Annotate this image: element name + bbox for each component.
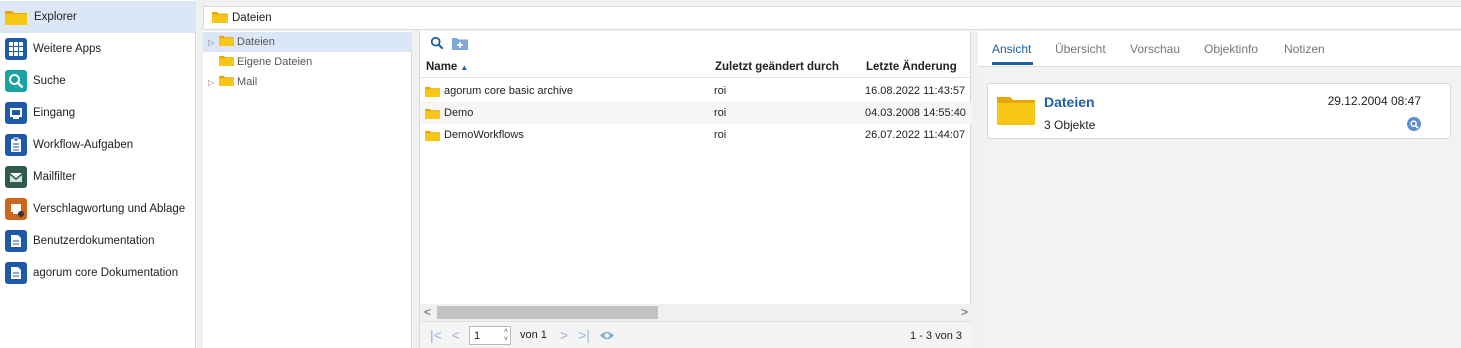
active-tab-indicator	[992, 62, 1033, 65]
card-title[interactable]: Dateien	[1044, 94, 1095, 110]
file-list: Name ▲ Zuletzt geändert durch Letzte Änd…	[419, 31, 972, 348]
table-row[interactable]: DemoWorkflows roi 26.07.2022 11:44:07	[420, 124, 972, 146]
sidebar-item-label: Workflow-Aufgaben	[33, 139, 134, 151]
prev-page-icon[interactable]: <	[452, 327, 460, 343]
page-spinner-icon[interactable]: ˄ ˅	[504, 328, 508, 344]
expand-arrow-icon[interactable]: ▷	[208, 78, 216, 87]
tagging-icon	[5, 198, 27, 220]
inbox-icon	[5, 102, 27, 124]
folder-icon	[212, 11, 228, 26]
sidebar-item-workflow-aufgaben[interactable]: Workflow-Aufgaben	[0, 129, 196, 161]
mailfilter-icon	[5, 166, 27, 188]
folder-icon	[425, 130, 440, 141]
sidebar: Explorer Weitere Apps Suche Eingang Work…	[0, 0, 196, 348]
sidebar-item-explorer[interactable]: Explorer	[0, 1, 196, 33]
scroll-right-icon[interactable]: >	[961, 305, 968, 319]
list-toolbar	[420, 31, 972, 55]
table-row[interactable]: Demo roi 04.03.2008 14:55:40	[420, 102, 972, 124]
horizontal-scrollbar[interactable]: < >	[420, 304, 972, 321]
tab-objektinfo[interactable]: Objektinfo	[1204, 42, 1258, 56]
sidebar-item-label: Weitere Apps	[33, 43, 102, 55]
tab-uebersicht[interactable]: Übersicht	[1055, 42, 1106, 56]
cell-last-change: 26.07.2022 11:44:07	[865, 129, 966, 141]
tab-vorschau[interactable]: Vorschau	[1130, 42, 1180, 56]
sidebar-item-label: Suche	[33, 75, 66, 87]
sidebar-item-label: agorum core Dokumentation	[33, 267, 179, 279]
scrollbar-thumb[interactable]	[437, 306, 658, 319]
app-root: Explorer Weitere Apps Suche Eingang Work…	[0, 0, 1461, 348]
details-tabs: Ansicht Übersicht Vorschau Objektinfo No…	[978, 31, 1461, 67]
column-header-changed-by[interactable]: Zuletzt geändert durch	[715, 56, 839, 78]
card-date: 29.12.2004 08:47	[1327, 94, 1421, 108]
scroll-left-icon[interactable]: <	[424, 305, 431, 319]
object-card[interactable]: Dateien 29.12.2004 08:47 3 Objekte	[987, 83, 1451, 139]
cell-last-change: 04.03.2008 14:55:40	[865, 107, 966, 119]
folder-icon	[425, 108, 440, 119]
column-header-last-change[interactable]: Letzte Änderung	[866, 56, 957, 78]
document-link-icon	[5, 262, 27, 284]
first-page-icon[interactable]: |<	[430, 327, 442, 343]
search-icon[interactable]	[430, 36, 444, 50]
column-header-name[interactable]: Name ▲	[426, 56, 468, 78]
cell-changed-by: roi	[714, 107, 727, 119]
record-summary: 1 - 3 von 3	[910, 330, 962, 342]
document-link-icon	[5, 230, 27, 252]
tab-ansicht[interactable]: Ansicht	[992, 42, 1031, 56]
eye-icon[interactable]	[599, 330, 615, 341]
clipboard-icon	[5, 134, 27, 156]
sidebar-item-label: Eingang	[33, 107, 76, 119]
sidebar-item-label: Benutzerdokumentation	[33, 235, 155, 247]
folder-icon	[425, 86, 440, 97]
sidebar-item-verschlagwortung[interactable]: Verschlagwortung und Ablage	[0, 193, 196, 225]
last-page-icon[interactable]: >|	[578, 327, 590, 343]
cell-last-change: 16.08.2022 11:43:57	[865, 85, 966, 97]
tree-item-mail[interactable]: ▷ Mail	[203, 72, 412, 92]
folder-icon	[219, 35, 234, 49]
next-page-icon[interactable]: >	[560, 327, 568, 343]
breadcrumb-item[interactable]: Dateien	[232, 12, 272, 24]
search-icon	[5, 70, 27, 92]
breadcrumb: Dateien	[203, 6, 1461, 30]
cell-name: Demo	[444, 107, 474, 119]
sidebar-item-mailfilter[interactable]: Mailfilter	[0, 161, 196, 193]
sort-ascending-icon: ▲	[460, 62, 469, 72]
folder-icon	[997, 95, 1035, 128]
pagination-bar: |< < 1 ˄ ˅ von 1 > >| 1 - 3 von 3	[420, 321, 972, 348]
folder-tree: ▷ Dateien Eigene Dateien ▷ Mail	[203, 31, 412, 348]
sidebar-item-eingang[interactable]: Eingang	[0, 97, 196, 129]
tree-item-dateien[interactable]: ▷ Dateien	[203, 32, 412, 52]
tree-item-label: Eigene Dateien	[237, 56, 313, 68]
folder-icon	[219, 55, 234, 69]
sidebar-item-weitere-apps[interactable]: Weitere Apps	[0, 33, 196, 65]
sidebar-item-suche[interactable]: Suche	[0, 65, 196, 97]
sidebar-item-label: Mailfilter	[33, 171, 76, 183]
sidebar-item-label: Verschlagwortung und Ablage	[33, 203, 186, 215]
apps-grid-icon	[5, 38, 27, 60]
folder-icon	[4, 7, 28, 27]
folder-icon	[219, 75, 234, 89]
sidebar-item-label: Explorer	[34, 11, 77, 23]
cell-name: agorum core basic archive	[444, 85, 574, 97]
tree-item-label: Mail	[237, 76, 258, 88]
table-row[interactable]: agorum core basic archive roi 16.08.2022…	[420, 80, 972, 102]
tree-item-eigene-dateien[interactable]: Eigene Dateien	[203, 52, 412, 72]
card-subtitle: 3 Objekte	[1044, 118, 1096, 132]
sidebar-item-agorum-doku[interactable]: agorum core Dokumentation	[0, 257, 196, 289]
page-number-input[interactable]: 1 ˄ ˅	[469, 325, 511, 345]
tree-item-label: Dateien	[237, 36, 275, 48]
cell-changed-by: roi	[714, 85, 727, 97]
list-header: Name ▲ Zuletzt geändert durch Letzte Änd…	[420, 56, 972, 78]
tab-notizen[interactable]: Notizen	[1284, 42, 1325, 56]
cell-changed-by: roi	[714, 129, 727, 141]
new-folder-icon[interactable]	[452, 37, 468, 50]
sidebar-item-benutzerdokumentation[interactable]: Benutzerdokumentation	[0, 225, 196, 257]
expand-arrow-icon[interactable]: ▷	[208, 38, 216, 47]
cell-name: DemoWorkflows	[444, 129, 524, 141]
details-panel: Ansicht Übersicht Vorschau Objektinfo No…	[978, 31, 1461, 348]
search-icon[interactable]	[1407, 117, 1421, 131]
page-count-label: von 1	[520, 329, 547, 341]
